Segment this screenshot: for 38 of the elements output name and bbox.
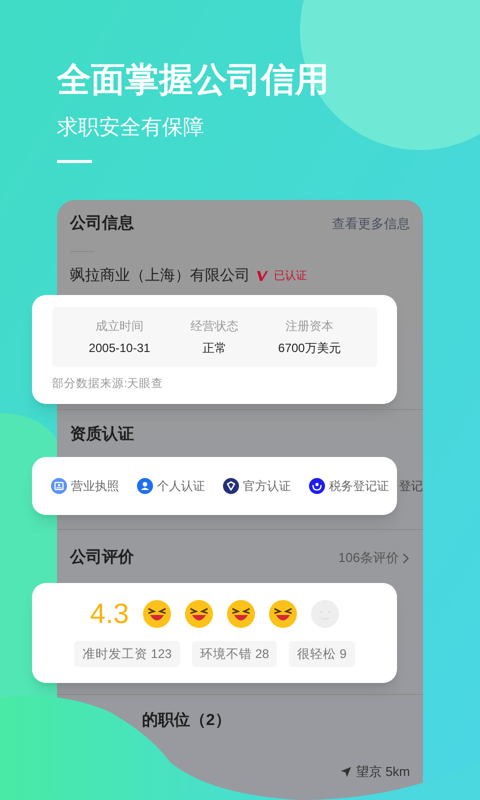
blank-face-icon xyxy=(310,600,339,628)
more-info-link[interactable]: 查看更多信息 xyxy=(332,213,410,235)
person-icon xyxy=(137,478,153,494)
laughing-face-icon xyxy=(226,600,255,628)
headline: 全面掌握公司信用 xyxy=(57,60,330,101)
review-count-link[interactable]: 106条评价 xyxy=(338,547,410,569)
certificate-label: 登记 xyxy=(399,478,423,495)
certificate-label: 税务登记证 xyxy=(329,478,389,494)
data-source-note: 部分数据来源:天眼查 xyxy=(52,376,164,392)
rating-score: 4.3 xyxy=(90,598,129,630)
certificate-label: 个人认证 xyxy=(157,478,205,494)
company-name: 飒拉商业（上海）有限公司 xyxy=(70,266,250,286)
fact-label: 注册资本 xyxy=(286,318,334,335)
fact-value: 正常 xyxy=(202,340,226,357)
chevron-right-icon xyxy=(402,552,410,564)
fact-value: 2005-10-31 xyxy=(88,340,150,357)
fact-label: 经营状态 xyxy=(190,318,238,335)
certificate-label: 营业执照 xyxy=(71,478,119,494)
laughing-face-icon xyxy=(184,600,213,628)
section-title: 资质认证 xyxy=(70,424,135,445)
location-arrow-icon xyxy=(340,767,351,777)
fact-label: 成立时间 xyxy=(96,318,144,335)
section-title: 公司信息 xyxy=(70,214,134,234)
id-card-icon xyxy=(51,478,67,494)
verified-label: 已认证 xyxy=(274,269,307,283)
fact-value: 6700万美元 xyxy=(278,340,341,357)
subheadline: 求职安全有保障 xyxy=(57,115,205,141)
job-location: 望京 5km xyxy=(356,763,410,781)
shield-icon xyxy=(223,478,239,494)
review-tag[interactable]: 很轻松 9 xyxy=(289,641,355,667)
verified-v-icon xyxy=(256,270,268,282)
section-title: 的职位（2） xyxy=(142,712,231,729)
laughing-face-icon xyxy=(142,600,171,628)
laughing-face-icon xyxy=(268,600,297,628)
review-tag[interactable]: 环境不错 28 xyxy=(192,641,278,667)
review-tag[interactable]: 准时发工资 123 xyxy=(74,641,180,667)
certificate-label: 官方认证 xyxy=(243,478,291,494)
section-title: 公司评价 xyxy=(70,548,134,568)
